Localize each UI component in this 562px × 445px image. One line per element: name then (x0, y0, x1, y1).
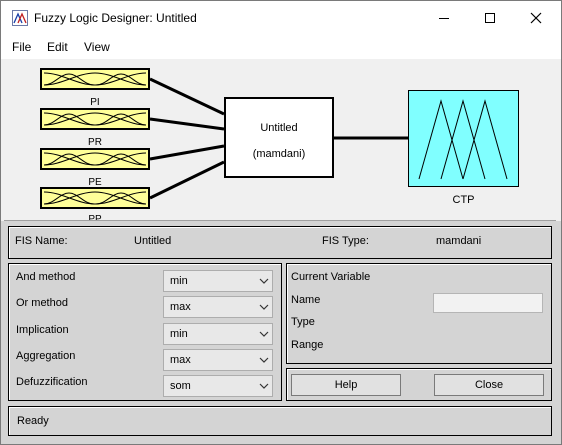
output-variable-ctp[interactable] (408, 90, 519, 187)
input-variable-pi[interactable] (40, 68, 150, 90)
defuzzification-value: som (170, 380, 191, 392)
current-variable-title: Current Variable (291, 271, 371, 283)
or-method-label: Or method (16, 297, 68, 309)
input-variable-pe[interactable] (40, 148, 150, 170)
fis-info-panel: FIS Name: Untitled FIS Type: mamdani (8, 226, 552, 259)
chevron-down-icon (256, 376, 272, 396)
and-method-value: min (170, 275, 188, 287)
membership-curves-icon (43, 112, 147, 126)
input-variable-pp[interactable] (40, 187, 150, 209)
defuzzification-select[interactable]: som (163, 375, 273, 397)
chevron-down-icon (256, 271, 272, 291)
menu-bar: File Edit View (1, 35, 561, 59)
menu-file[interactable]: File (12, 40, 31, 54)
status-panel: Ready (8, 406, 552, 436)
membership-curves-icon (43, 191, 147, 205)
fis-system-block[interactable]: Untitled (mamdani) (224, 97, 334, 178)
window-title: Fuzzy Logic Designer: Untitled (34, 11, 197, 25)
defuzzification-label: Defuzzification (16, 376, 88, 388)
fis-system-type: (mamdani) (252, 148, 306, 160)
aggregation-label: Aggregation (16, 350, 76, 362)
fis-system-name: Untitled (260, 122, 298, 134)
input-label-pi: PI (90, 97, 100, 108)
title-bar: Fuzzy Logic Designer: Untitled (1, 1, 561, 35)
menu-edit[interactable]: Edit (47, 40, 68, 54)
implication-value: min (170, 328, 188, 340)
implication-select[interactable]: min (163, 323, 273, 345)
fis-type-value: mamdani (436, 235, 482, 247)
output-membership-triangles-icon (418, 99, 508, 180)
help-button[interactable]: Help (291, 374, 401, 396)
chevron-down-icon (256, 350, 272, 370)
or-method-value: max (170, 301, 191, 313)
fis-type-label: FIS Type: (322, 235, 369, 247)
maximize-button[interactable] (467, 1, 513, 35)
variable-range-label: Range (291, 339, 324, 351)
input-label-pp: PP (88, 214, 102, 220)
minimize-icon (439, 18, 449, 19)
input-label-pr: PR (88, 137, 102, 148)
close-button[interactable]: Close (434, 374, 544, 396)
input-variable-pr[interactable] (40, 108, 150, 130)
and-method-label: And method (16, 271, 76, 283)
and-method-select[interactable]: min (163, 270, 273, 292)
menu-view[interactable]: View (84, 40, 110, 54)
fuzzy-logic-designer-window: Fuzzy Logic Designer: Untitled File Edit… (0, 0, 562, 445)
chevron-down-icon (256, 297, 272, 317)
aggregation-value: max (170, 354, 191, 366)
minimize-button[interactable] (421, 1, 467, 35)
fis-name-value: Untitled (134, 235, 172, 247)
status-text: Ready (17, 415, 49, 427)
or-method-select[interactable]: max (163, 296, 273, 318)
variable-name-field[interactable] (433, 293, 543, 313)
maximize-icon (485, 13, 495, 23)
implication-label: Implication (16, 324, 69, 336)
fis-name-label: FIS Name: (15, 235, 68, 247)
output-label-ctp: CTP (452, 194, 475, 206)
close-icon (530, 12, 542, 24)
membership-curves-icon (43, 152, 147, 166)
membership-curves-icon (43, 72, 147, 86)
matlab-fis-icon (12, 10, 28, 26)
variable-type-label: Type (291, 316, 315, 328)
chevron-down-icon (256, 324, 272, 344)
fis-diagram: PI PR PE PP Untitled (mamdani) CTP (4, 60, 556, 221)
aggregation-select[interactable]: max (163, 349, 273, 371)
variable-name-label: Name (291, 294, 321, 306)
close-window-button[interactable] (513, 1, 559, 35)
